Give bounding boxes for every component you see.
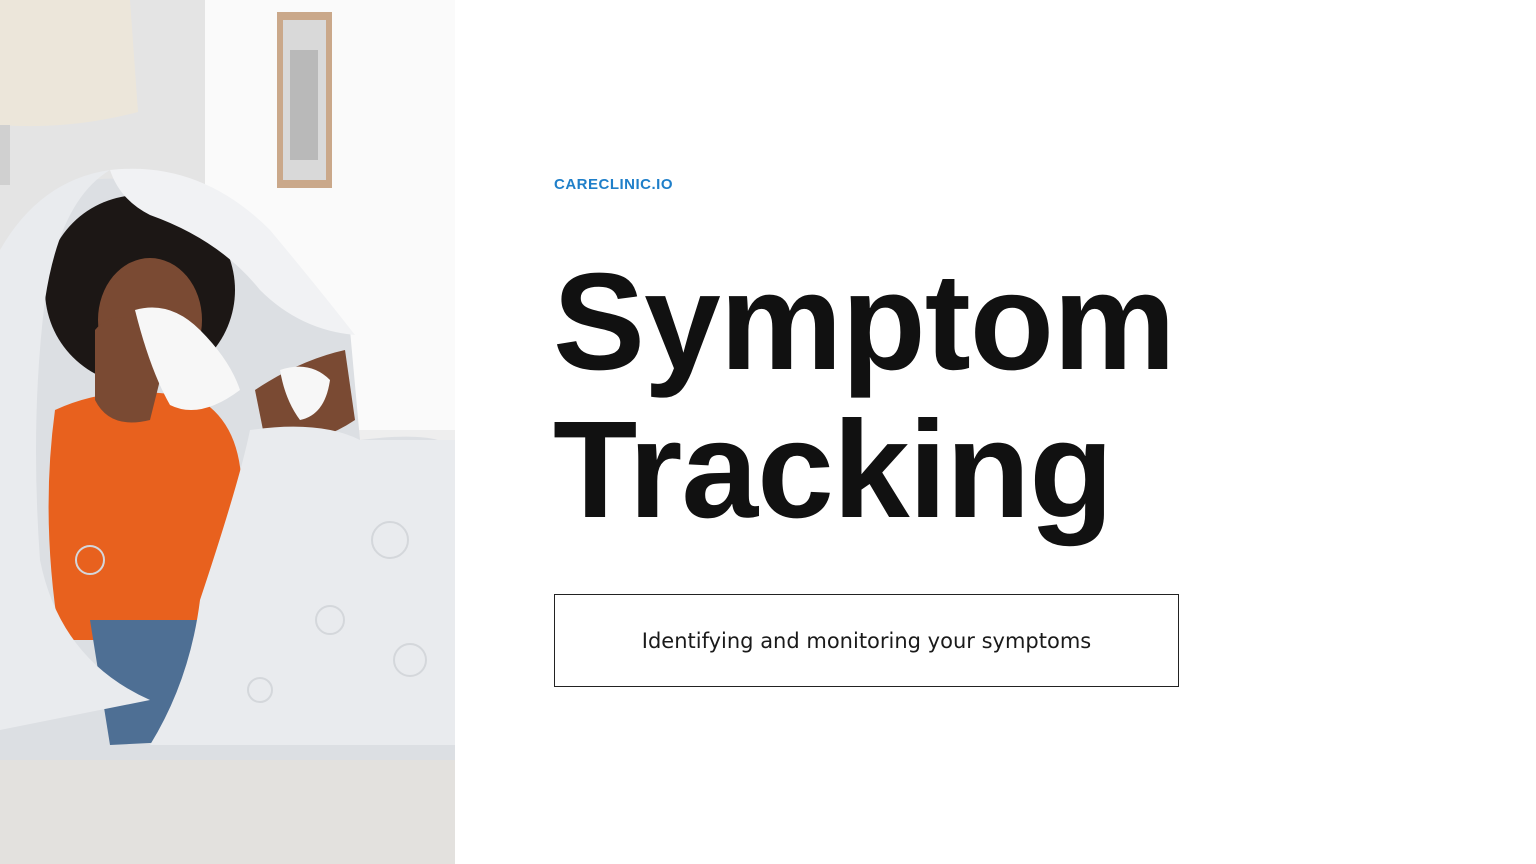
title-line-2: Tracking	[553, 393, 1114, 547]
lamp-shade	[0, 0, 138, 127]
sick-person-illustration	[0, 0, 455, 864]
page-title: Symptom Tracking	[553, 245, 1176, 547]
title-line-1: Symptom	[553, 245, 1176, 399]
subtitle-text: Identifying and monitoring your symptoms	[641, 628, 1092, 653]
hero-photo	[0, 0, 455, 864]
brand-label: CARECLINIC.IO	[554, 176, 673, 193]
subtitle-box: Identifying and monitoring your symptoms	[554, 594, 1179, 687]
